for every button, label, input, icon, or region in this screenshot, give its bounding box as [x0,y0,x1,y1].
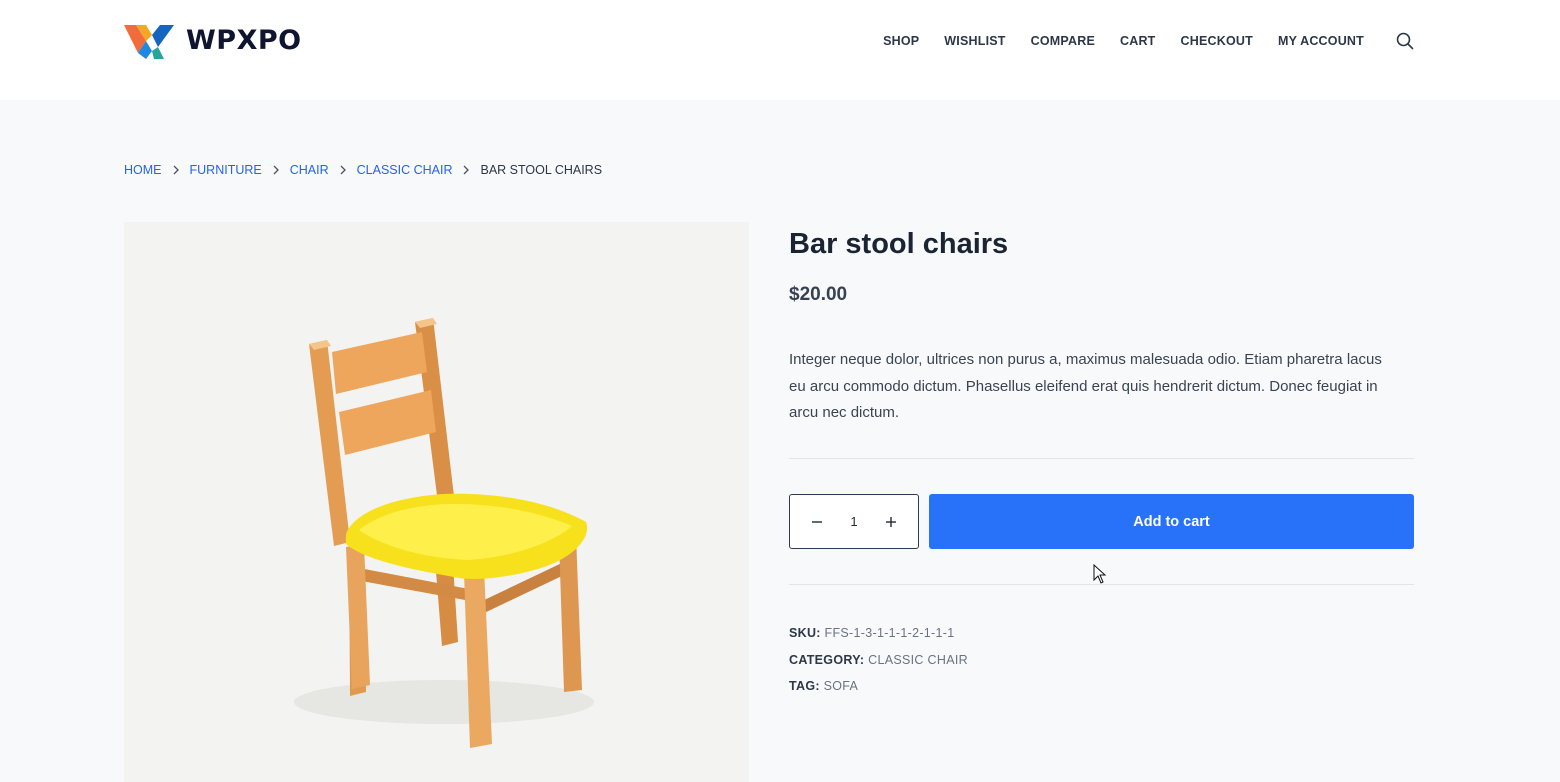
wpxpo-logo-icon [124,25,174,59]
tag-row: TAG: SOFA [789,673,968,700]
breadcrumb-classic-chair[interactable]: CLASSIC CHAIR [357,163,453,177]
divider [789,458,1414,459]
product-description: Integer neque dolor, ultrices non purus … [789,351,1382,421]
site-logo[interactable]: WPXPO [124,20,302,60]
category-label: CATEGORY: [789,652,865,667]
site-header: WPXPO SHOP WISHLIST COMPARE CART CHECKOU… [0,0,1560,100]
logo-text: WPXPO [186,24,302,56]
nav-item-compare[interactable]: COMPARE [1031,34,1095,48]
product-image-chair [294,318,594,748]
divider [789,584,1414,585]
product-price: $20.00 [789,284,848,305]
sku-label: SKU: [789,626,821,640]
breadcrumb-furniture[interactable]: FURNITURE [190,163,262,177]
breadcrumb-chair[interactable]: CHAIR [290,163,329,177]
category-row: CATEGORY: CLASSIC CHAIR [789,647,968,674]
tag-link[interactable]: SOFA [824,679,859,693]
mouse-cursor-icon [1093,564,1107,584]
product-title: Bar stool chairs [789,228,1009,260]
category-link[interactable]: CLASSIC CHAIR [868,653,968,667]
main-nav: SHOP WISHLIST COMPARE CART CHECKOUT MY A… [858,32,1414,50]
add-to-cart-button[interactable]: Add to cart [929,494,1414,549]
sku-value: FFS-1-3-1-1-1-2-1-1-1 [824,626,955,640]
nav-item-wishlist[interactable]: WISHLIST [944,34,1005,48]
chevron-right-icon [340,165,346,175]
product-meta: SKU: FFS-1-3-1-1-1-2-1-1-1 CATEGORY: CLA… [789,620,968,700]
nav-item-cart[interactable]: CART [1120,34,1156,48]
product-gallery[interactable] [124,222,749,782]
sku-row: SKU: FFS-1-3-1-1-1-2-1-1-1 [789,620,968,647]
minus-icon[interactable] [810,515,824,529]
chevron-right-icon [464,165,470,175]
chevron-right-icon [173,165,179,175]
plus-icon[interactable] [884,515,898,529]
breadcrumb-home[interactable]: HOME [124,163,162,177]
nav-item-shop[interactable]: SHOP [883,34,919,48]
nav-item-my-account[interactable]: MY ACCOUNT [1278,34,1364,48]
nav-item-checkout[interactable]: CHECKOUT [1181,34,1253,48]
quantity-stepper [789,494,919,549]
chevron-right-icon [273,165,279,175]
quantity-input[interactable] [839,514,869,529]
breadcrumb: HOME FURNITURE CHAIR CLASSIC CHAIR BAR S… [124,163,602,177]
breadcrumb-current: BAR STOOL CHAIRS [480,163,603,177]
tag-label: TAG: [789,679,820,693]
product-summary: Bar stool chairs $20.00 Integer neque do… [789,222,1414,693]
search-icon[interactable] [1396,32,1414,50]
